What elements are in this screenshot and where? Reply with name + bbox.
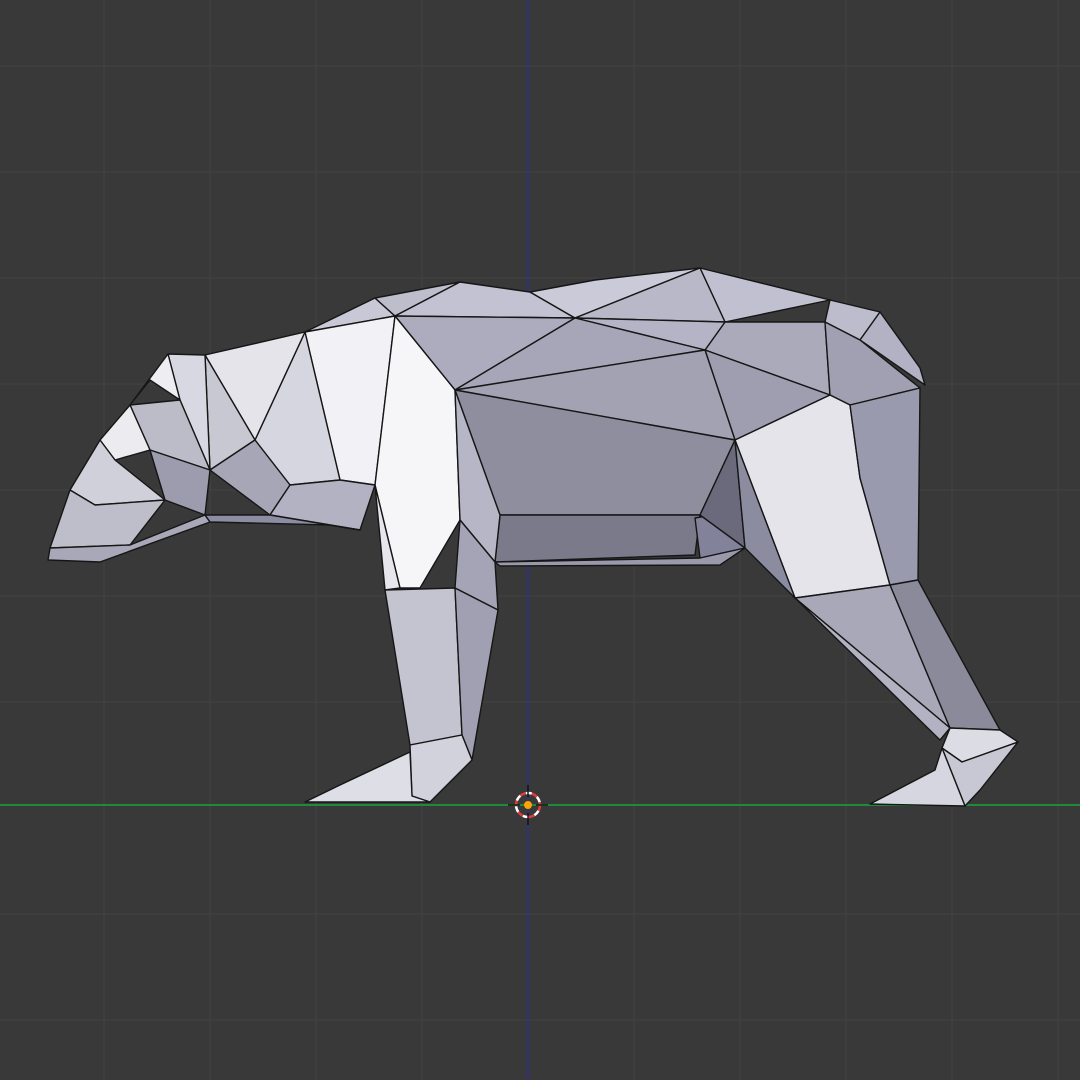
viewport-canvas[interactable]	[0, 0, 1080, 1080]
mesh-face	[454, 587, 499, 761]
mesh-face	[494, 514, 701, 563]
mesh-face	[409, 734, 473, 803]
mesh-face	[384, 587, 463, 746]
3d-viewport[interactable]	[0, 0, 1080, 1080]
bear-mesh[interactable]	[47, 267, 1019, 807]
3d-cursor-icon[interactable]	[508, 785, 548, 825]
